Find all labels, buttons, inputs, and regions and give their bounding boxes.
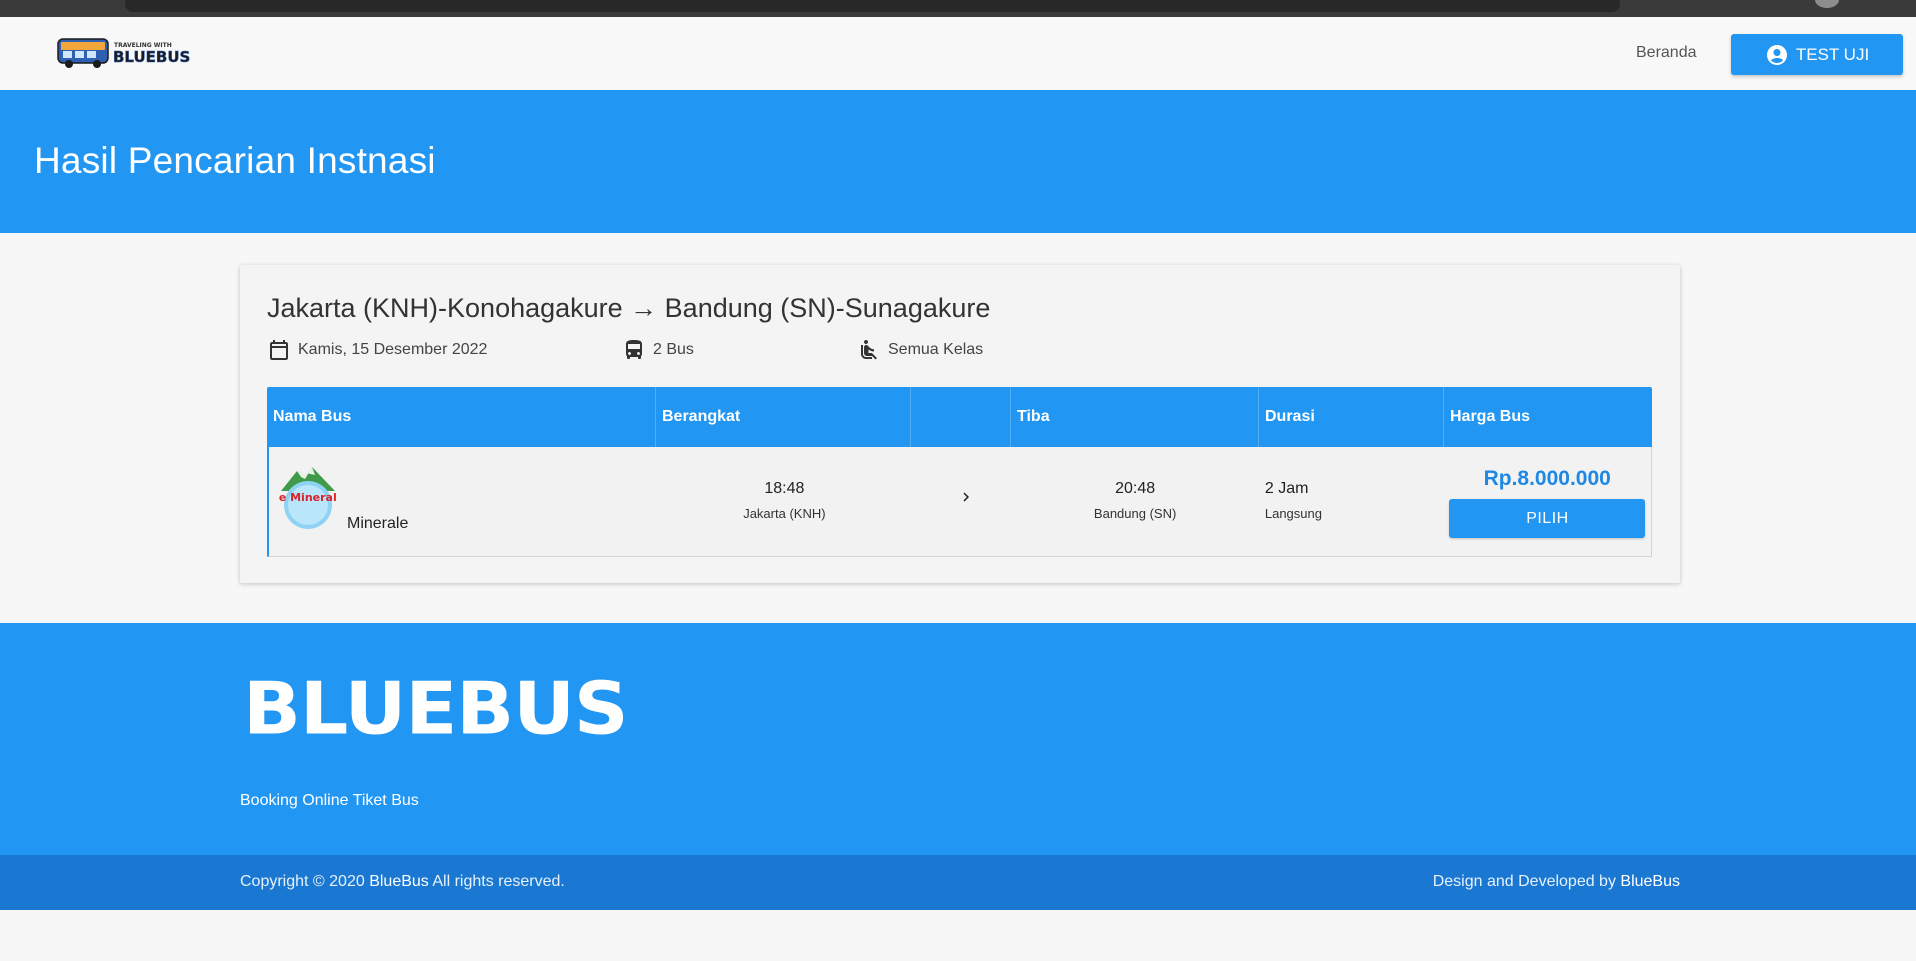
seat-class-text: Semua Kelas: [888, 341, 984, 358]
arrow-cell: [912, 447, 1012, 556]
user-account-button[interactable]: TEST UJI: [1731, 34, 1903, 75]
price-cell: Rp.8.000.000 PILIH: [1443, 447, 1651, 556]
header-harga-bus: Harga Bus: [1450, 408, 1531, 425]
bus-price: Rp.8.000.000: [1483, 467, 1611, 490]
table-header: Nama Bus Berangkat Tiba Durasi Harga Bus: [267, 387, 1652, 447]
depart-cell: 18:48 Jakarta (KNH): [657, 447, 911, 556]
credit-text: Design and Developed by BlueBus: [1432, 873, 1680, 890]
table-row: Le Minerale Minerale 18:48 Jakarta (KNH)…: [267, 447, 1652, 557]
bus-operator-logo: Le Minerale: [279, 467, 337, 529]
arrive-place: Bandung (SN): [1093, 506, 1177, 521]
depart-place: Jakarta (KNH): [743, 506, 826, 521]
arrive-time: 20:48: [1115, 480, 1156, 497]
copyright-brand-link[interactable]: BlueBus: [369, 873, 429, 890]
hero-banner: Hasil Pencarian Instnasi: [0, 90, 1916, 233]
arrive-cell: 20:48 Bandung (SN): [1011, 447, 1258, 556]
bus-count: 2 Bus: [622, 338, 694, 362]
travel-date-text: Kamis, 15 Desember 2022: [298, 341, 488, 358]
calendar-icon: [270, 340, 288, 360]
chevron-right-icon: [963, 492, 969, 502]
travel-date: Kamis, 15 Desember 2022: [267, 338, 487, 362]
header-tiba: Tiba: [1011, 387, 1259, 447]
browser-profile-icon[interactable]: [1815, 0, 1839, 8]
bus-schedule-table: Nama Bus Berangkat Tiba Durasi Harga Bus…: [267, 387, 1652, 557]
duration: 2 Jam: [1264, 480, 1309, 497]
nav-link-beranda[interactable]: Beranda: [1636, 44, 1697, 62]
copyright-text: Copyright © 2020 BlueBus All rights rese…: [240, 873, 565, 890]
footer: BLUEBUS Booking Online Tiket Bus: [0, 623, 1916, 855]
svg-text:BLUEBUS: BLUEBUS: [113, 48, 190, 66]
duration-cell: 2 Jam Langsung: [1259, 447, 1444, 556]
address-bar[interactable]: [125, 0, 1620, 12]
credit-brand-link[interactable]: BlueBus: [1620, 873, 1680, 890]
header-nama-bus: Nama Bus: [267, 387, 656, 447]
depart-time: 18:48: [764, 480, 805, 497]
duration-type: Langsung: [1264, 506, 1322, 521]
pilih-button[interactable]: PILIH: [1449, 499, 1646, 538]
bus-count-text: 2 Bus: [653, 341, 694, 358]
header-berangkat: Berangkat: [656, 387, 911, 447]
bus-icon: [626, 340, 642, 359]
browser-chrome: [0, 0, 1916, 17]
copyright-bar: Copyright © 2020 BlueBus All rights rese…: [0, 855, 1916, 910]
route-title: Jakarta (KNH)-Konohagakure → Bandung (SN…: [267, 293, 991, 323]
bluebus-logo[interactable]: TRAVELING WITH BLUEBUS: [56, 33, 201, 69]
page-title: Hasil Pencarian Instnasi: [34, 140, 436, 181]
seat-class: Semua Kelas: [857, 338, 983, 362]
header-durasi: Durasi: [1259, 387, 1444, 447]
bus-cell: Le Minerale Minerale: [269, 447, 657, 556]
footer-tagline: Booking Online Tiket Bus: [240, 792, 419, 809]
bus-name: Minerale: [347, 515, 409, 532]
account-circle-icon: [1766, 44, 1787, 65]
svg-text:Le Minerale: Le Minerale: [279, 491, 337, 504]
footer-brand-logo: BLUEBUS: [243, 666, 629, 751]
user-button-label: TEST UJI: [1795, 44, 1870, 64]
seat-icon: [861, 339, 877, 360]
header-spacer: [911, 387, 1011, 447]
navbar: TRAVELING WITH BLUEBUS Beranda TEST UJI: [0, 17, 1916, 90]
search-result-card: Jakarta (KNH)-Konohagakure → Bandung (SN…: [240, 265, 1680, 583]
